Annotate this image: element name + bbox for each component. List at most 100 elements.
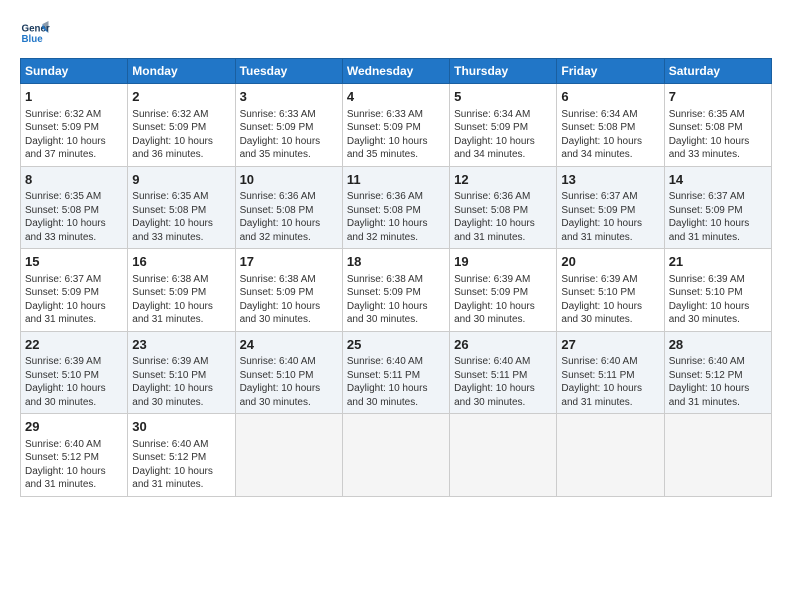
- day-info: Daylight: 10 hours: [132, 300, 230, 314]
- calendar-cell: 14Sunrise: 6:37 AMSunset: 5:09 PMDayligh…: [664, 166, 771, 249]
- day-info: and 30 minutes.: [454, 313, 552, 327]
- day-header-sunday: Sunday: [21, 59, 128, 84]
- day-info: Sunset: 5:12 PM: [25, 451, 123, 465]
- calendar-cell: 26Sunrise: 6:40 AMSunset: 5:11 PMDayligh…: [450, 331, 557, 414]
- logo: General Blue: [20, 18, 50, 48]
- day-info: Sunrise: 6:36 AM: [454, 190, 552, 204]
- day-info: Sunrise: 6:40 AM: [25, 438, 123, 452]
- day-info: Sunrise: 6:35 AM: [669, 108, 767, 122]
- day-info: Sunrise: 6:34 AM: [454, 108, 552, 122]
- day-number: 22: [25, 336, 123, 354]
- page: General Blue SundayMondayTuesdayWednesda…: [0, 0, 792, 612]
- logo-icon: General Blue: [20, 18, 50, 48]
- day-info: and 35 minutes.: [240, 148, 338, 162]
- day-info: Sunset: 5:10 PM: [561, 286, 659, 300]
- day-number: 21: [669, 253, 767, 271]
- calendar-cell: 2Sunrise: 6:32 AMSunset: 5:09 PMDaylight…: [128, 84, 235, 167]
- day-info: and 33 minutes.: [25, 231, 123, 245]
- day-info: and 31 minutes.: [669, 396, 767, 410]
- day-number: 30: [132, 418, 230, 436]
- day-info: Sunset: 5:09 PM: [669, 204, 767, 218]
- day-info: Sunrise: 6:40 AM: [240, 355, 338, 369]
- day-info: and 32 minutes.: [347, 231, 445, 245]
- header: General Blue: [20, 18, 772, 48]
- calendar-cell: 27Sunrise: 6:40 AMSunset: 5:11 PMDayligh…: [557, 331, 664, 414]
- day-info: Daylight: 10 hours: [25, 217, 123, 231]
- day-info: Daylight: 10 hours: [669, 382, 767, 396]
- calendar-cell: 28Sunrise: 6:40 AMSunset: 5:12 PMDayligh…: [664, 331, 771, 414]
- day-info: Daylight: 10 hours: [561, 300, 659, 314]
- day-number: 29: [25, 418, 123, 436]
- calendar-week-row-1: 1Sunrise: 6:32 AMSunset: 5:09 PMDaylight…: [21, 84, 772, 167]
- day-info: Sunset: 5:08 PM: [132, 204, 230, 218]
- day-info: and 30 minutes.: [561, 313, 659, 327]
- calendar-table: SundayMondayTuesdayWednesdayThursdayFrid…: [20, 58, 772, 497]
- day-info: and 30 minutes.: [347, 313, 445, 327]
- day-info: Daylight: 10 hours: [669, 300, 767, 314]
- day-header-thursday: Thursday: [450, 59, 557, 84]
- day-info: Sunset: 5:10 PM: [240, 369, 338, 383]
- day-info: Sunrise: 6:33 AM: [347, 108, 445, 122]
- day-info: Daylight: 10 hours: [132, 135, 230, 149]
- day-info: Sunset: 5:11 PM: [561, 369, 659, 383]
- day-info: Sunset: 5:12 PM: [669, 369, 767, 383]
- calendar-week-row-5: 29 Sunrise: 6:40 AMSunset: 5:12 PM Dayligh…: [21, 414, 772, 497]
- day-info: Sunset: 5:09 PM: [454, 121, 552, 135]
- day-number: 6: [561, 88, 659, 106]
- day-info: Sunset: 5:10 PM: [132, 369, 230, 383]
- day-info: Daylight: 10 hours: [454, 135, 552, 149]
- calendar-header-row: SundayMondayTuesdayWednesdayThursdayFrid…: [21, 59, 772, 84]
- day-info: Sunrise: 6:32 AM: [25, 108, 123, 122]
- day-info: Daylight: 10 hours: [561, 135, 659, 149]
- calendar-week-row-3: 15Sunrise: 6:37 AMSunset: 5:09 PMDayligh…: [21, 249, 772, 332]
- day-info: and 34 minutes.: [561, 148, 659, 162]
- day-info: Sunrise: 6:40 AM: [561, 355, 659, 369]
- day-info: and 30 minutes.: [669, 313, 767, 327]
- day-info: Sunset: 5:08 PM: [347, 204, 445, 218]
- day-info: Sunrise: 6:36 AM: [347, 190, 445, 204]
- day-info: and 31 minutes.: [454, 231, 552, 245]
- day-info: Sunrise: 6:38 AM: [240, 273, 338, 287]
- calendar-cell: 10Sunrise: 6:36 AMSunset: 5:08 PMDayligh…: [235, 166, 342, 249]
- day-info: and 33 minutes.: [669, 148, 767, 162]
- calendar-cell: [342, 414, 449, 497]
- calendar-cell: 23Sunrise: 6:39 AMSunset: 5:10 PMDayligh…: [128, 331, 235, 414]
- day-info: Daylight: 10 hours: [132, 465, 230, 479]
- day-info: Sunset: 5:09 PM: [240, 286, 338, 300]
- calendar-cell: 20Sunrise: 6:39 AMSunset: 5:10 PMDayligh…: [557, 249, 664, 332]
- day-number: 19: [454, 253, 552, 271]
- day-info: Sunrise: 6:32 AM: [132, 108, 230, 122]
- day-info: Sunrise: 6:37 AM: [669, 190, 767, 204]
- day-info: Sunset: 5:09 PM: [25, 286, 123, 300]
- day-header-wednesday: Wednesday: [342, 59, 449, 84]
- calendar-cell: 7Sunrise: 6:35 AMSunset: 5:08 PMDaylight…: [664, 84, 771, 167]
- calendar-cell: 17Sunrise: 6:38 AMSunset: 5:09 PMDayligh…: [235, 249, 342, 332]
- calendar-cell: 30Sunrise: 6:40 AMSunset: 5:12 PMDayligh…: [128, 414, 235, 497]
- day-info: Sunset: 5:10 PM: [25, 369, 123, 383]
- calendar-cell: 16Sunrise: 6:38 AMSunset: 5:09 PMDayligh…: [128, 249, 235, 332]
- day-info: Daylight: 10 hours: [25, 300, 123, 314]
- day-info: Sunrise: 6:36 AM: [240, 190, 338, 204]
- day-info: and 31 minutes.: [25, 313, 123, 327]
- calendar-cell: 22Sunrise: 6:39 AMSunset: 5:10 PMDayligh…: [21, 331, 128, 414]
- day-info: Sunset: 5:11 PM: [347, 369, 445, 383]
- day-info: Sunrise: 6:34 AM: [561, 108, 659, 122]
- day-info: Sunset: 5:09 PM: [347, 121, 445, 135]
- day-info: Sunrise: 6:35 AM: [132, 190, 230, 204]
- day-number: 10: [240, 171, 338, 189]
- day-info: Sunset: 5:08 PM: [240, 204, 338, 218]
- day-header-tuesday: Tuesday: [235, 59, 342, 84]
- day-info: and 31 minutes.: [669, 231, 767, 245]
- day-number: 5: [454, 88, 552, 106]
- day-number: 24: [240, 336, 338, 354]
- day-info: Daylight: 10 hours: [454, 300, 552, 314]
- day-number: 28: [669, 336, 767, 354]
- day-info: and 34 minutes.: [454, 148, 552, 162]
- calendar-cell: 12Sunrise: 6:36 AMSunset: 5:08 PMDayligh…: [450, 166, 557, 249]
- day-info: Sunrise: 6:39 AM: [25, 355, 123, 369]
- day-number: 18: [347, 253, 445, 271]
- calendar-week-row-2: 8Sunrise: 6:35 AMSunset: 5:08 PMDaylight…: [21, 166, 772, 249]
- day-info: and 30 minutes.: [347, 396, 445, 410]
- day-info: and 31 minutes.: [561, 396, 659, 410]
- day-number: 8: [25, 171, 123, 189]
